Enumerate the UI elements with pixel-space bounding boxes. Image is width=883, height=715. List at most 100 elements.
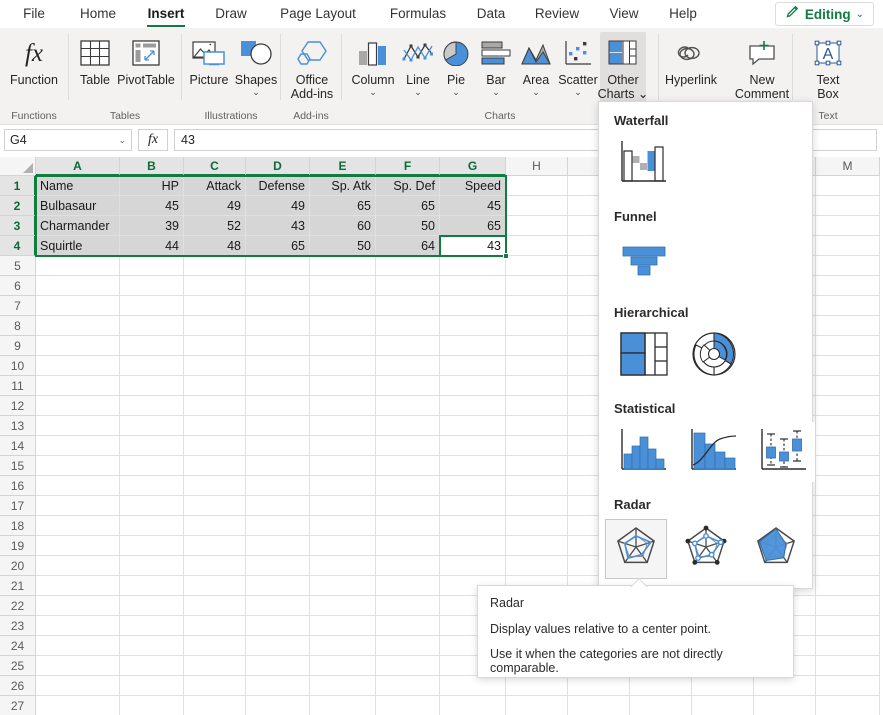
empty-cell[interactable]: [184, 576, 246, 596]
empty-cell[interactable]: [816, 456, 880, 476]
row-header-25[interactable]: 25: [0, 656, 36, 676]
empty-cell[interactable]: [36, 576, 120, 596]
empty-cell[interactable]: [310, 576, 376, 596]
cell-A1[interactable]: Name: [36, 176, 120, 196]
row-header-20[interactable]: 20: [0, 556, 36, 576]
radar-chart-option[interactable]: [605, 519, 667, 579]
empty-cell[interactable]: [120, 416, 184, 436]
cell-G4[interactable]: 43: [440, 236, 506, 256]
empty-cell[interactable]: [310, 376, 376, 396]
empty-cell[interactable]: [246, 576, 310, 596]
empty-cell[interactable]: [120, 336, 184, 356]
menu-tab-home[interactable]: Home: [72, 0, 124, 28]
pivottable-button[interactable]: PivotTable: [114, 32, 178, 87]
empty-cell[interactable]: [816, 316, 880, 336]
column-header-H[interactable]: H: [506, 157, 568, 176]
row-header-16[interactable]: 16: [0, 476, 36, 496]
empty-cell[interactable]: [120, 576, 184, 596]
scatter-chart-button[interactable]: Scatter⌄: [554, 32, 602, 97]
empty-cell[interactable]: [310, 676, 376, 696]
cell-G3[interactable]: 65: [440, 216, 506, 236]
empty-cell[interactable]: [184, 616, 246, 636]
empty-cell[interactable]: [310, 276, 376, 296]
row-header-4[interactable]: 4: [0, 236, 36, 256]
cell-D4[interactable]: 65: [246, 236, 310, 256]
empty-cell[interactable]: [692, 676, 754, 696]
empty-cell[interactable]: [246, 396, 310, 416]
cell-B2[interactable]: 45: [120, 196, 184, 216]
empty-cell[interactable]: [36, 436, 120, 456]
empty-cell[interactable]: [120, 656, 184, 676]
row-header-13[interactable]: 13: [0, 416, 36, 436]
empty-cell[interactable]: [184, 676, 246, 696]
empty-cell[interactable]: [816, 656, 880, 676]
empty-cell[interactable]: [246, 636, 310, 656]
empty-cell[interactable]: [310, 396, 376, 416]
empty-cell[interactable]: [376, 436, 440, 456]
pie-chart-button[interactable]: Pie⌄: [437, 32, 475, 97]
empty-cell[interactable]: [376, 396, 440, 416]
empty-cell[interactable]: [376, 456, 440, 476]
box-whisker-chart-option[interactable]: [753, 422, 815, 482]
name-box[interactable]: G4 ⌄: [4, 129, 132, 151]
new-comment-button[interactable]: NewComment: [727, 32, 797, 101]
empty-cell[interactable]: [120, 596, 184, 616]
row-header-2[interactable]: 2: [0, 196, 36, 216]
empty-cell[interactable]: [246, 316, 310, 336]
empty-cell[interactable]: [310, 656, 376, 676]
empty-cell[interactable]: [36, 496, 120, 516]
empty-cell[interactable]: [120, 476, 184, 496]
empty-cell[interactable]: [816, 396, 880, 416]
empty-cell[interactable]: [816, 676, 880, 696]
empty-cell[interactable]: [506, 356, 568, 376]
empty-cell[interactable]: [440, 296, 506, 316]
empty-cell[interactable]: [376, 376, 440, 396]
pareto-chart-option[interactable]: [683, 422, 745, 482]
column-header-F[interactable]: F: [376, 157, 440, 176]
empty-cell[interactable]: [120, 296, 184, 316]
empty-cell[interactable]: [506, 236, 568, 256]
empty-cell[interactable]: [120, 616, 184, 636]
function-button[interactable]: fxFunction: [6, 32, 62, 87]
empty-cell[interactable]: [184, 556, 246, 576]
empty-cell[interactable]: [36, 356, 120, 376]
empty-cell[interactable]: [816, 296, 880, 316]
cell-A3[interactable]: Charmander: [36, 216, 120, 236]
empty-cell[interactable]: [246, 296, 310, 316]
empty-cell[interactable]: [246, 496, 310, 516]
empty-cell[interactable]: [376, 256, 440, 276]
empty-cell[interactable]: [184, 696, 246, 715]
empty-cell[interactable]: [376, 496, 440, 516]
bar-chart-button[interactable]: Bar⌄: [476, 32, 516, 97]
row-header-15[interactable]: 15: [0, 456, 36, 476]
empty-cell[interactable]: [36, 596, 120, 616]
empty-cell[interactable]: [376, 616, 440, 636]
empty-cell[interactable]: [246, 616, 310, 636]
empty-cell[interactable]: [506, 516, 568, 536]
empty-cell[interactable]: [816, 576, 880, 596]
empty-cell[interactable]: [310, 416, 376, 436]
empty-cell[interactable]: [506, 376, 568, 396]
menu-tab-formulas[interactable]: Formulas: [382, 0, 454, 28]
empty-cell[interactable]: [184, 256, 246, 276]
menu-tab-file[interactable]: File: [14, 0, 54, 28]
empty-cell[interactable]: [440, 356, 506, 376]
row-header-22[interactable]: 22: [0, 596, 36, 616]
empty-cell[interactable]: [36, 316, 120, 336]
empty-cell[interactable]: [440, 336, 506, 356]
empty-cell[interactable]: [440, 556, 506, 576]
empty-cell[interactable]: [246, 696, 310, 715]
empty-cell[interactable]: [36, 276, 120, 296]
empty-cell[interactable]: [506, 436, 568, 456]
cell-F4[interactable]: 64: [376, 236, 440, 256]
empty-cell[interactable]: [816, 476, 880, 496]
cell-D2[interactable]: 49: [246, 196, 310, 216]
empty-cell[interactable]: [36, 536, 120, 556]
insert-function-button[interactable]: fx: [138, 129, 168, 151]
empty-cell[interactable]: [310, 496, 376, 516]
empty-cell[interactable]: [36, 336, 120, 356]
cell-C1[interactable]: Attack: [184, 176, 246, 196]
empty-cell[interactable]: [376, 576, 440, 596]
empty-cell[interactable]: [246, 256, 310, 276]
empty-cell[interactable]: [36, 556, 120, 576]
